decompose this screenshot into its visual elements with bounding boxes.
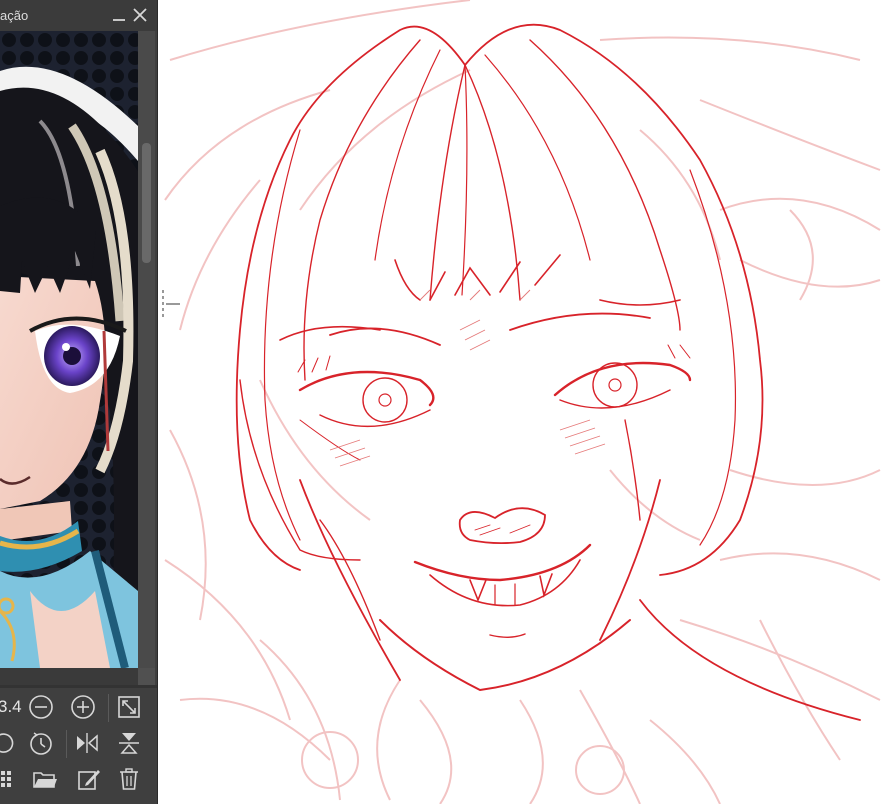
panel-titlebar[interactable]: ação xyxy=(0,0,157,31)
toolbar-divider xyxy=(108,694,109,722)
grid-icon xyxy=(1,771,11,787)
rotate-left-button[interactable] xyxy=(0,730,16,756)
reference-image-preview[interactable] xyxy=(0,31,138,668)
grid-button[interactable] xyxy=(0,766,16,792)
navigator-panel: ação 3.4 xyxy=(0,0,158,804)
horizontal-scrollbar[interactable] xyxy=(0,668,155,685)
sketch-artwork xyxy=(164,0,881,804)
folder-open-icon xyxy=(33,772,57,788)
scrollbar-corner xyxy=(138,668,155,685)
edit-icon xyxy=(78,770,100,790)
reference-image xyxy=(0,31,138,668)
rotate-left-icon xyxy=(0,733,14,753)
flip-vertical-icon xyxy=(119,733,139,754)
minimize-icon[interactable] xyxy=(110,6,128,24)
fit-to-window-button[interactable] xyxy=(116,694,142,720)
vertical-scrollbar[interactable] xyxy=(138,31,155,668)
panel-divider xyxy=(0,685,157,688)
flip-horizontal-icon xyxy=(77,733,98,753)
close-icon[interactable] xyxy=(131,6,149,24)
rotate-reset-button[interactable] xyxy=(28,730,54,756)
edit-button[interactable] xyxy=(76,766,102,792)
plus-circle-icon xyxy=(71,695,95,719)
drawing-canvas[interactable] xyxy=(158,0,886,804)
panel-title: ação xyxy=(0,8,29,23)
toolbar-divider xyxy=(66,730,67,758)
trash-icon xyxy=(120,768,138,790)
rotate-reset-icon xyxy=(30,732,52,755)
vertical-scrollbar-thumb[interactable] xyxy=(142,143,151,263)
zoom-value: 3.4 xyxy=(0,697,22,716)
delete-button[interactable] xyxy=(116,766,142,792)
zoom-in-button[interactable] xyxy=(70,694,96,720)
minus-circle-icon xyxy=(29,695,53,719)
flip-horizontal-button[interactable] xyxy=(74,730,100,756)
canvas-cursor-icon xyxy=(162,290,180,320)
open-file-button[interactable] xyxy=(32,766,58,792)
fit-window-icon xyxy=(118,696,140,718)
zoom-out-button[interactable] xyxy=(28,694,54,720)
flip-vertical-button[interactable] xyxy=(116,730,142,756)
